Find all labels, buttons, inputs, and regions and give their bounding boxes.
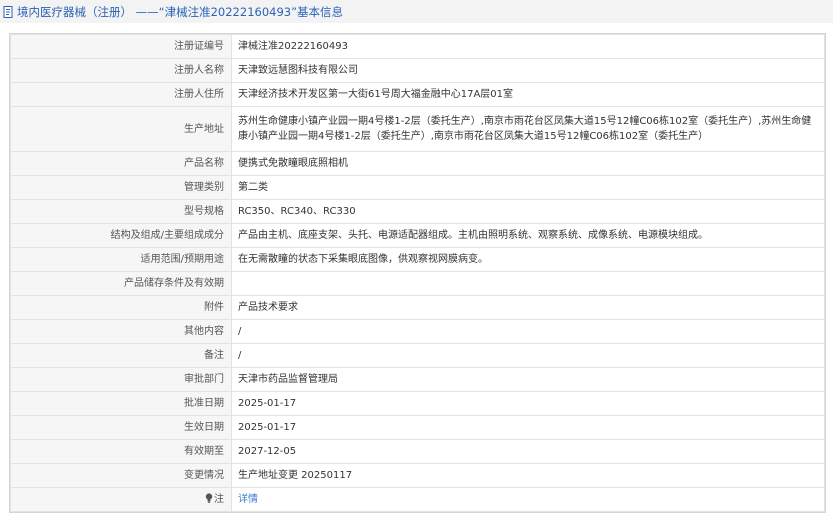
row-label: 结构及组成/主要组成成分 (10, 223, 232, 248)
table-row: 产品储存条件及有效期 (10, 271, 825, 296)
row-value: / (231, 343, 825, 368)
row-label: 适用范围/预期用途 (10, 247, 232, 272)
row-label: 产品名称 (10, 151, 232, 176)
row-label: 审批部门 (10, 367, 232, 392)
row-value: 生产地址变更 20250117 (231, 463, 825, 488)
table-row: 产品名称 便携式免散瞳眼底照相机 (10, 151, 825, 176)
note-label-cell: 注 (10, 487, 232, 512)
row-value: RC350、RC340、RC330 (231, 199, 825, 224)
info-panel: 注册证编号 津械注准20222160493 注册人名称 天津致远慧图科技有限公司… (9, 33, 826, 513)
row-value: 便携式免散瞳眼底照相机 (231, 151, 825, 176)
info-table: 注册证编号 津械注准20222160493 注册人名称 天津致远慧图科技有限公司… (10, 34, 825, 512)
row-value: 产品技术要求 (231, 295, 825, 320)
row-value (231, 271, 825, 296)
table-row: 审批部门 天津市药品监督管理局 (10, 367, 825, 392)
table-row: 其他内容 / (10, 319, 825, 344)
row-value: 产品由主机、底座支架、头托、电源适配器组成。主机由照明系统、观察系统、成像系统、… (231, 223, 825, 248)
row-label: 附件 (10, 295, 232, 320)
table-row: 管理类别 第二类 (10, 175, 825, 200)
table-row: 生产地址 苏州生命健康小镇产业园一期4号楼1-2层（委托生产）,南京市雨花台区凤… (10, 106, 825, 152)
row-value: 2025-01-17 (231, 415, 825, 440)
row-label: 生产地址 (10, 106, 232, 152)
row-label: 管理类别 (10, 175, 232, 200)
table-row: 附件 产品技术要求 (10, 295, 825, 320)
row-label: 变更情况 (10, 463, 232, 488)
row-value: 第二类 (231, 175, 825, 200)
row-value: 津械注准20222160493 (231, 34, 825, 59)
row-label: 注册人住所 (10, 82, 232, 107)
row-value: 天津市药品监督管理局 (231, 367, 825, 392)
row-label: 有效期至 (10, 439, 232, 464)
table-row: 批准日期 2025-01-17 (10, 391, 825, 416)
table-row-note: 注 详情 (10, 487, 825, 512)
row-value: 天津致远慧图科技有限公司 (231, 58, 825, 83)
table-row: 备注 / (10, 343, 825, 368)
table-row: 适用范围/预期用途 在无需散瞳的状态下采集眼底图像，供观察视网膜病变。 (10, 247, 825, 272)
row-label: 备注 (10, 343, 232, 368)
details-link[interactable]: 详情 (238, 494, 258, 505)
page-header: 境内医疗器械（注册） ——“津械注准20222160493”基本信息 (0, 0, 833, 23)
note-label: 注 (214, 494, 224, 505)
table-row: 有效期至 2027-12-05 (10, 439, 825, 464)
note-value-cell: 详情 (231, 487, 825, 512)
row-label: 型号规格 (10, 199, 232, 224)
page-title: 境内医疗器械（注册） ——“津械注准20222160493”基本信息 (17, 4, 344, 19)
row-label: 批准日期 (10, 391, 232, 416)
row-value: 天津经济技术开发区第一大街61号周大福金融中心17A层01室 (231, 82, 825, 107)
row-label: 注册人名称 (10, 58, 232, 83)
lightbulb-icon (205, 493, 213, 503)
row-value: 在无需散瞳的状态下采集眼底图像，供观察视网膜病变。 (231, 247, 825, 272)
table-row: 型号规格 RC350、RC340、RC330 (10, 199, 825, 224)
row-label: 生效日期 (10, 415, 232, 440)
table-row: 注册人名称 天津致远慧图科技有限公司 (10, 58, 825, 83)
table-row: 结构及组成/主要组成成分 产品由主机、底座支架、头托、电源适配器组成。主机由照明… (10, 223, 825, 248)
row-label: 产品储存条件及有效期 (10, 271, 232, 296)
table-row: 变更情况 生产地址变更 20250117 (10, 463, 825, 488)
row-label: 其他内容 (10, 319, 232, 344)
table-row: 注册证编号 津械注准20222160493 (10, 34, 825, 59)
table-row: 注册人住所 天津经济技术开发区第一大街61号周大福金融中心17A层01室 (10, 82, 825, 107)
row-value: / (231, 319, 825, 344)
document-icon (3, 5, 13, 18)
row-value: 2027-12-05 (231, 439, 825, 464)
row-label: 注册证编号 (10, 34, 232, 59)
row-value: 2025-01-17 (231, 391, 825, 416)
row-value: 苏州生命健康小镇产业园一期4号楼1-2层（委托生产）,南京市雨花台区凤集大道15… (231, 106, 825, 152)
table-row: 生效日期 2025-01-17 (10, 415, 825, 440)
